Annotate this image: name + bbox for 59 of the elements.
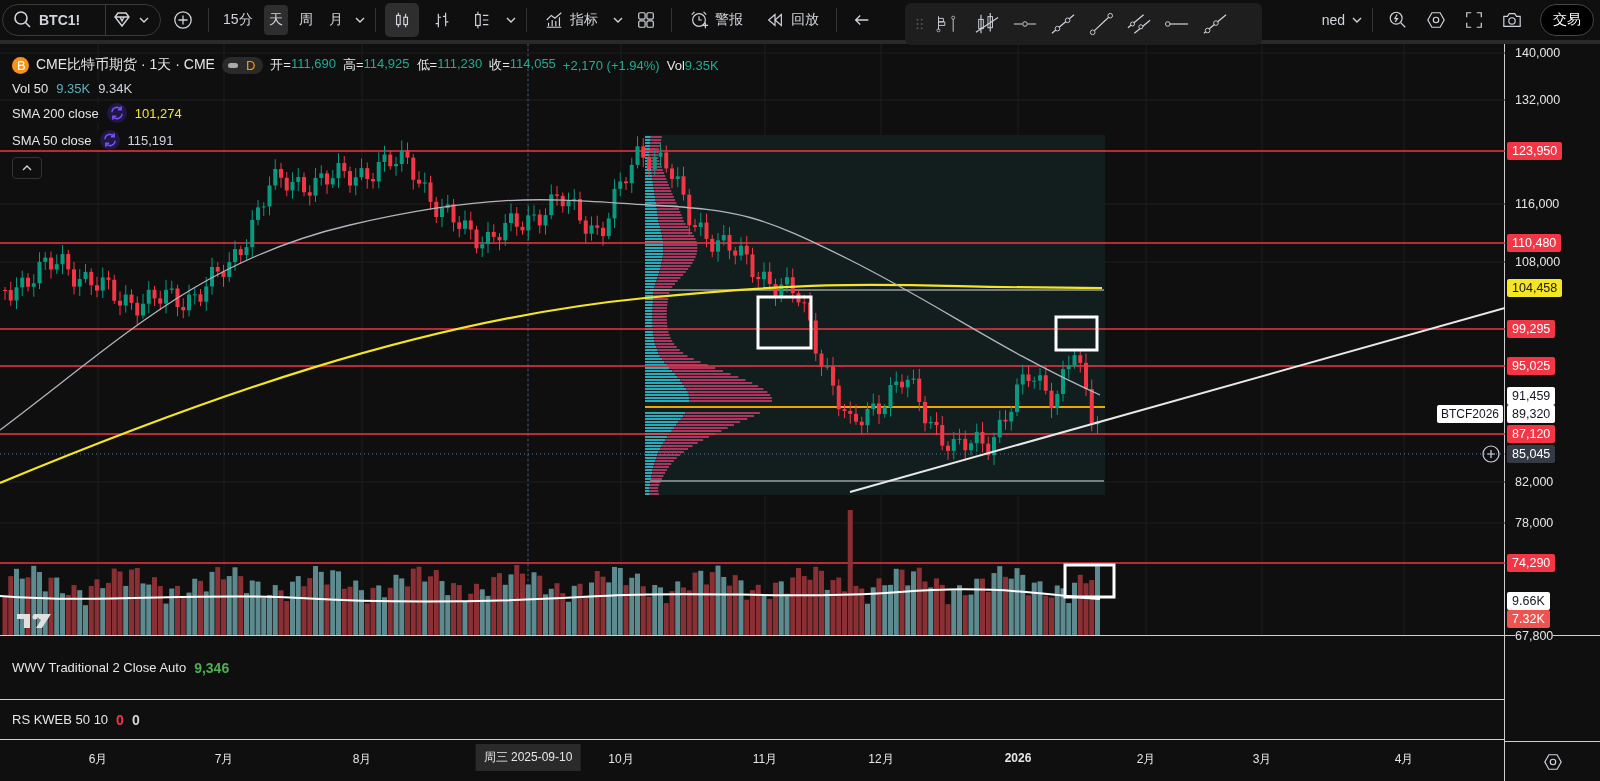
interval-button[interactable]: 月 (323, 5, 348, 35)
time-axis-label: 8月 (352, 751, 372, 768)
indicators-button[interactable]: 指标 (535, 4, 606, 36)
price-label: 123,950 (1507, 142, 1563, 160)
ohlc-label: 开= (270, 56, 291, 74)
indicator-name[interactable]: WWV Traditional 2 Close Auto (12, 660, 187, 675)
indicator-value: 0 (116, 711, 124, 728)
interval-button[interactable]: 天 (263, 5, 288, 35)
indicator-value: 9.35K (56, 81, 91, 96)
time-axis-label: 12月 (868, 751, 894, 768)
time-axis-label: 3月 (1252, 751, 1272, 768)
price-label: 85,045 (1507, 445, 1556, 463)
volume-label: Vol (666, 57, 685, 73)
volume-value: 9.35K (684, 57, 719, 73)
price-label: 74,290 (1507, 554, 1556, 572)
ohlc-value: 114,925 (363, 56, 410, 73)
market-status-badge: D (221, 56, 264, 74)
ohlc-value: 111,690 (290, 56, 336, 73)
layout-name[interactable]: ned (1321, 12, 1345, 28)
price-label: 89,320 (1507, 405, 1556, 423)
indicator-value: 9.34K (98, 81, 133, 96)
price-label: 87,120 (1507, 425, 1556, 443)
indicator-value: 115,191 (127, 132, 174, 148)
price-label: 99,295 (1507, 320, 1556, 338)
indicator-value: 9,346 (194, 659, 230, 676)
symbol-text: BTC1! (39, 12, 82, 28)
interval-button[interactable]: 15分 (218, 5, 258, 35)
price-label: 110,480 (1507, 234, 1562, 252)
time-axis-label: 2月 (1136, 751, 1156, 768)
trade-button[interactable]: 交易 (1540, 4, 1594, 36)
indicator-name[interactable]: SMA 200 close (12, 105, 99, 121)
price-label: 104,458 (1507, 279, 1563, 297)
symbol-tag: BTCF2026 (1436, 405, 1503, 423)
indicator-value: 101,274 (134, 105, 182, 121)
ohlc-label: 高= (342, 56, 364, 74)
price-change: +2,170 (+1.94%) (562, 57, 660, 73)
interval-button[interactable]: 周 (293, 5, 318, 35)
time-axis-label: 周三 2025-09-10 (475, 744, 581, 771)
time-axis-label: 6月 (88, 751, 108, 768)
ohlc-label: 低= (416, 56, 438, 74)
ohlc-value: 111,230 (437, 56, 483, 73)
price-label: 9.66K (1507, 592, 1550, 610)
symbol-title[interactable]: CME比特币期货 · 1天 · CME (36, 56, 215, 74)
price-label: 7.32K (1507, 610, 1550, 628)
price-label: 95,025 (1507, 357, 1556, 375)
time-axis-label: 4月 (1394, 751, 1414, 768)
time-axis-label: 2026 (1004, 751, 1032, 765)
ohlc-value: 114,055 (509, 56, 556, 73)
indicator-name[interactable]: Vol 50 (12, 81, 49, 96)
indicator-value: 0 (131, 711, 140, 728)
time-axis-label: 7月 (214, 751, 234, 768)
replay-button[interactable]: 回放 (756, 4, 827, 36)
indicator-name[interactable]: RS KWEB 50 10 (12, 712, 109, 727)
time-axis-label: 10月 (608, 751, 634, 768)
alert-button[interactable]: 警报 (680, 4, 751, 36)
ohlc-label: 收= (489, 56, 510, 74)
indicator-name[interactable]: SMA 50 close (12, 132, 92, 148)
time-axis-label: 11月 (752, 751, 778, 768)
price-label: 91,459 (1507, 387, 1556, 405)
